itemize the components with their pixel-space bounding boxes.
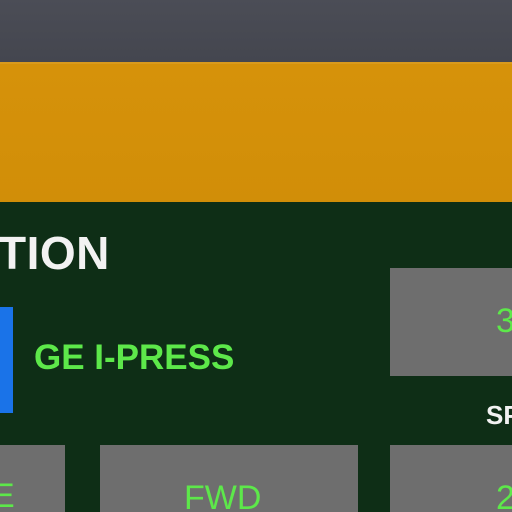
top-bezel [0,0,512,62]
status-indicator [0,307,13,413]
value-tile-bottom-right-text: 2 [496,479,512,512]
speed-label: SP [486,400,512,430]
value-tile-bottom-right[interactable]: 2 [390,445,512,512]
header-banner [0,62,512,202]
value-tile-top-right[interactable]: 3 [390,268,512,376]
forward-button-label: FWD [184,479,262,512]
forward-button[interactable]: FWD [100,445,358,512]
button-tile-left-label: E [0,477,15,512]
value-tile-top-right-text: 3 [496,302,512,340]
machine-name-label: GE I-PRESS [34,338,235,377]
button-tile-left[interactable]: E [0,445,65,512]
hmi-screen: TION GE I-PRESS 3 SP E FWD 2 [0,0,512,512]
section-title: TION [0,227,110,279]
